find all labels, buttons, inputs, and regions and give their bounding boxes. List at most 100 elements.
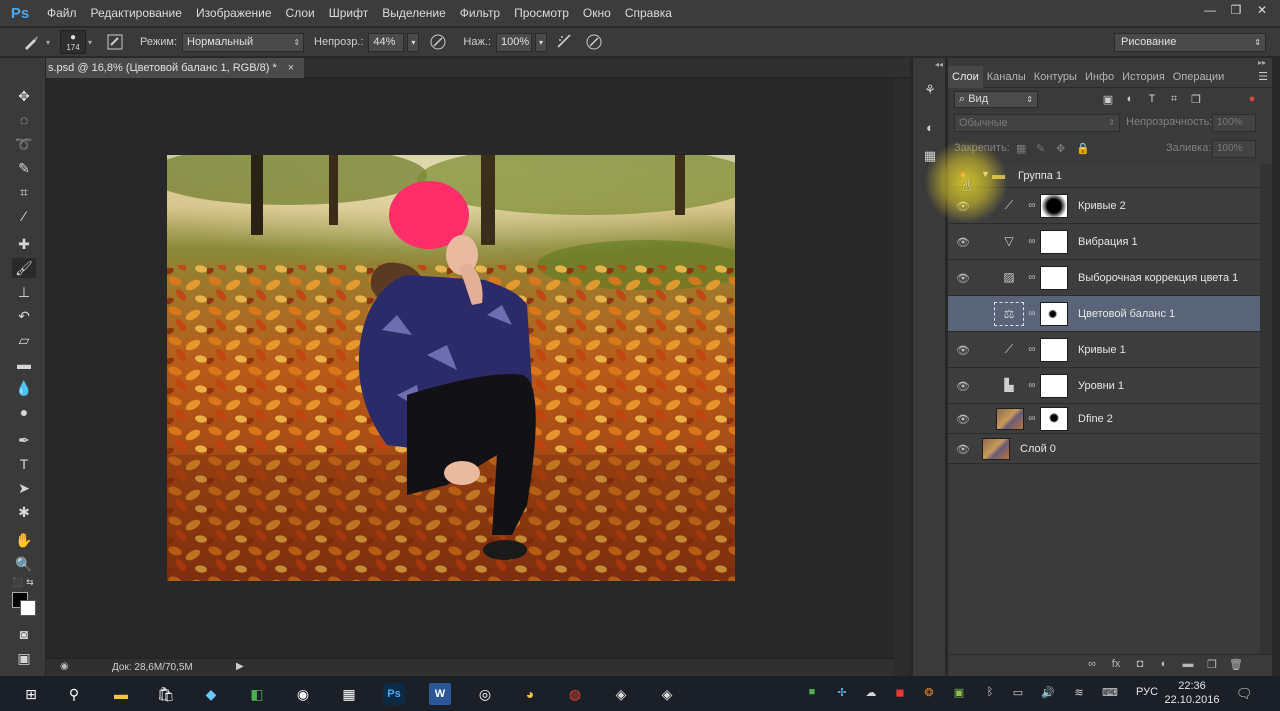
filter-pixel-icon[interactable]: ▣ [1100,93,1116,106]
search-icon[interactable]: ⚲ [63,683,85,705]
tab-info[interactable]: Инфо [1081,66,1118,88]
layer-row-vibrance-1[interactable]: 👁 ▽ ∞ Вибрация 1 [948,224,1260,260]
swap-colors-icon[interactable]: ⬛ ⇆ [8,572,38,592]
history-brush-tool-icon[interactable]: ↶ [12,306,36,326]
filter-toggle-icon[interactable]: ● [1244,93,1260,105]
lasso-tool-icon[interactable]: ➰ [12,134,36,154]
tray-red-app-icon[interactable]: ◼ [892,686,908,699]
app-icon-blue[interactable]: ◆ [200,683,222,705]
app-icon-diamond-2[interactable]: ◈ [656,683,678,705]
layer-row-curves-2[interactable]: 👁 ⟋ ∞ Кривые 2 [948,188,1260,224]
volume-icon[interactable]: 🔊 [1040,686,1056,699]
clone-source-panel-icon[interactable]: ▦ [920,146,940,166]
link-layers-icon[interactable]: ∞ [1084,658,1100,670]
layer-thumbnail[interactable] [982,438,1010,460]
shape-tool-icon[interactable]: ✱ [12,502,36,522]
mask-thumbnail[interactable] [1040,302,1068,326]
opacity-arrow-icon[interactable]: ▾ [407,32,420,52]
menu-filter[interactable]: Фильтр [453,0,507,26]
menu-layers[interactable]: Слои [279,0,322,26]
layer-row-selective-color-1[interactable]: 👁 ▨ ∞ Выборочная коррекция цвета 1 [948,260,1260,296]
tray-device-icon[interactable]: ▭ [1010,686,1026,699]
calculator-icon[interactable]: ▦ [338,683,360,705]
brush-panel-icon[interactable]: ⚘ [920,80,940,100]
mask-thumbnail[interactable] [1040,374,1068,398]
layer-row-color-balance-1[interactable]: · ⚖ ∞ Цветовой баланс 1 [948,296,1260,332]
chrome-icon[interactable]: ◍ [564,683,586,705]
mask-thumbnail[interactable] [1040,338,1068,362]
gradient-tool-icon[interactable]: ▬ [12,354,36,374]
menu-window[interactable]: Окно [576,0,618,26]
menu-file[interactable]: Файл [40,0,84,26]
hand-tool-icon[interactable]: ✋ [12,530,36,550]
menu-select[interactable]: Выделение [375,0,453,26]
tray-network-app-icon[interactable]: ✢ [834,686,850,699]
tab-channels[interactable]: Каналы [983,66,1030,88]
pen-tool-icon[interactable]: ✒ [12,430,36,450]
visibility-eye-icon[interactable]: 👁 [956,200,970,213]
canvas-photo[interactable] [167,155,735,581]
zoom-tool-icon[interactable]: 🔍 [12,554,36,574]
adjustments-panel-icon[interactable]: ◐ [920,118,940,138]
mask-thumbnail[interactable] [1040,266,1068,290]
vertical-scrollbar[interactable] [894,79,910,676]
healing-brush-tool-icon[interactable]: ✚ [12,234,36,254]
lock-position-icon[interactable]: ✥ [1056,142,1065,155]
opacity-input[interactable]: 44% [368,32,405,52]
layer-row-levels-1[interactable]: 👁 ▙ ∞ Уровни 1 [948,368,1260,404]
menu-image[interactable]: Изображение [189,0,279,26]
background-color-swatch[interactable] [20,600,36,616]
clone-stamp-tool-icon[interactable]: ⊥ [12,282,36,302]
input-language[interactable]: РУС [1136,686,1158,698]
photoshop-taskbar-icon[interactable]: Ps [383,683,405,705]
brush-tool-preset-icon[interactable] [20,31,42,53]
tray-app-icon[interactable]: ■ [804,686,820,698]
new-group-icon[interactable]: ▬ [1180,658,1196,670]
wifi-icon[interactable]: ≋ [1071,686,1087,699]
eyedropper-tool-icon[interactable]: ⁄ [12,206,36,226]
mask-thumbnail[interactable] [1040,407,1068,431]
visibility-eye-icon[interactable]: · [956,308,970,320]
mask-thumbnail[interactable] [1040,194,1068,218]
path-selection-tool-icon[interactable]: ➤ [12,478,36,498]
menu-type[interactable]: Шрифт [322,0,375,26]
layer-opacity-input[interactable]: 100% [1212,114,1256,132]
windows-start-icon[interactable]: ⊞ [20,683,42,705]
crop-tool-icon[interactable]: ⌗ [12,182,36,202]
layer-row-layer-0[interactable]: 👁 Слой 0 [948,434,1260,464]
panel-menu-icon[interactable]: ☰ [1258,70,1268,83]
dock-collapse-icon[interactable]: ◂◂ [935,60,943,69]
filter-type-icon[interactable]: T [1144,93,1160,105]
lock-transparent-icon[interactable]: ▦ [1016,142,1026,155]
keyboard-icon[interactable]: ⌨ [1102,686,1118,699]
pressure-opacity-icon[interactable] [427,31,449,53]
add-mask-icon[interactable]: ◘ [1132,658,1148,670]
tab-actions[interactable]: Операции [1169,66,1228,88]
new-adjustment-layer-icon[interactable]: ◐ [1156,658,1172,670]
system-clock[interactable]: 22:36 22.10.2016 [1164,679,1220,707]
tab-paths[interactable]: Контуры [1030,66,1081,88]
app-icon-diamond[interactable]: ◈ [610,683,632,705]
visibility-eye-icon[interactable]: 👁 [956,413,970,426]
layer-row-group-1[interactable]: ● ▼ ▬ Группа 1 [948,164,1260,188]
word-icon[interactable]: W [429,683,451,705]
status-menu-arrow-icon[interactable]: ▶ [236,661,244,672]
brush-size-picker[interactable]: ● 174 [60,30,87,54]
store-icon[interactable]: 🛍 [155,683,177,705]
blend-mode-select[interactable]: Нормальный ⇕ [182,32,305,52]
layer-row-curves-1[interactable]: 👁 ⟋ ∞ Кривые 1 [948,332,1260,368]
camera-app-icon[interactable]: ◎ [474,683,496,705]
filter-adjustment-icon[interactable]: ◐ [1122,93,1138,105]
status-options-icon[interactable]: ◉ [60,661,69,672]
bluetooth-icon[interactable]: ᛒ [982,686,998,698]
dodge-tool-icon[interactable]: ● [12,402,36,422]
document-tab[interactable]: s.psd @ 16,8% (Цветовой баланс 1, RGB/8)… [46,58,305,78]
marquee-tool-icon[interactable]: ◌ [12,110,36,130]
lock-all-icon[interactable]: 🔒 [1076,142,1090,155]
type-tool-icon[interactable]: T [12,454,36,474]
new-layer-icon[interactable]: ❐ [1204,658,1220,671]
expand-triangle-icon[interactable]: ▼ [981,169,990,179]
preset-arrow-icon[interactable]: ▾ [46,38,50,47]
menu-help[interactable]: Справка [618,0,679,26]
filter-shape-icon[interactable]: ⌗ [1166,93,1182,106]
